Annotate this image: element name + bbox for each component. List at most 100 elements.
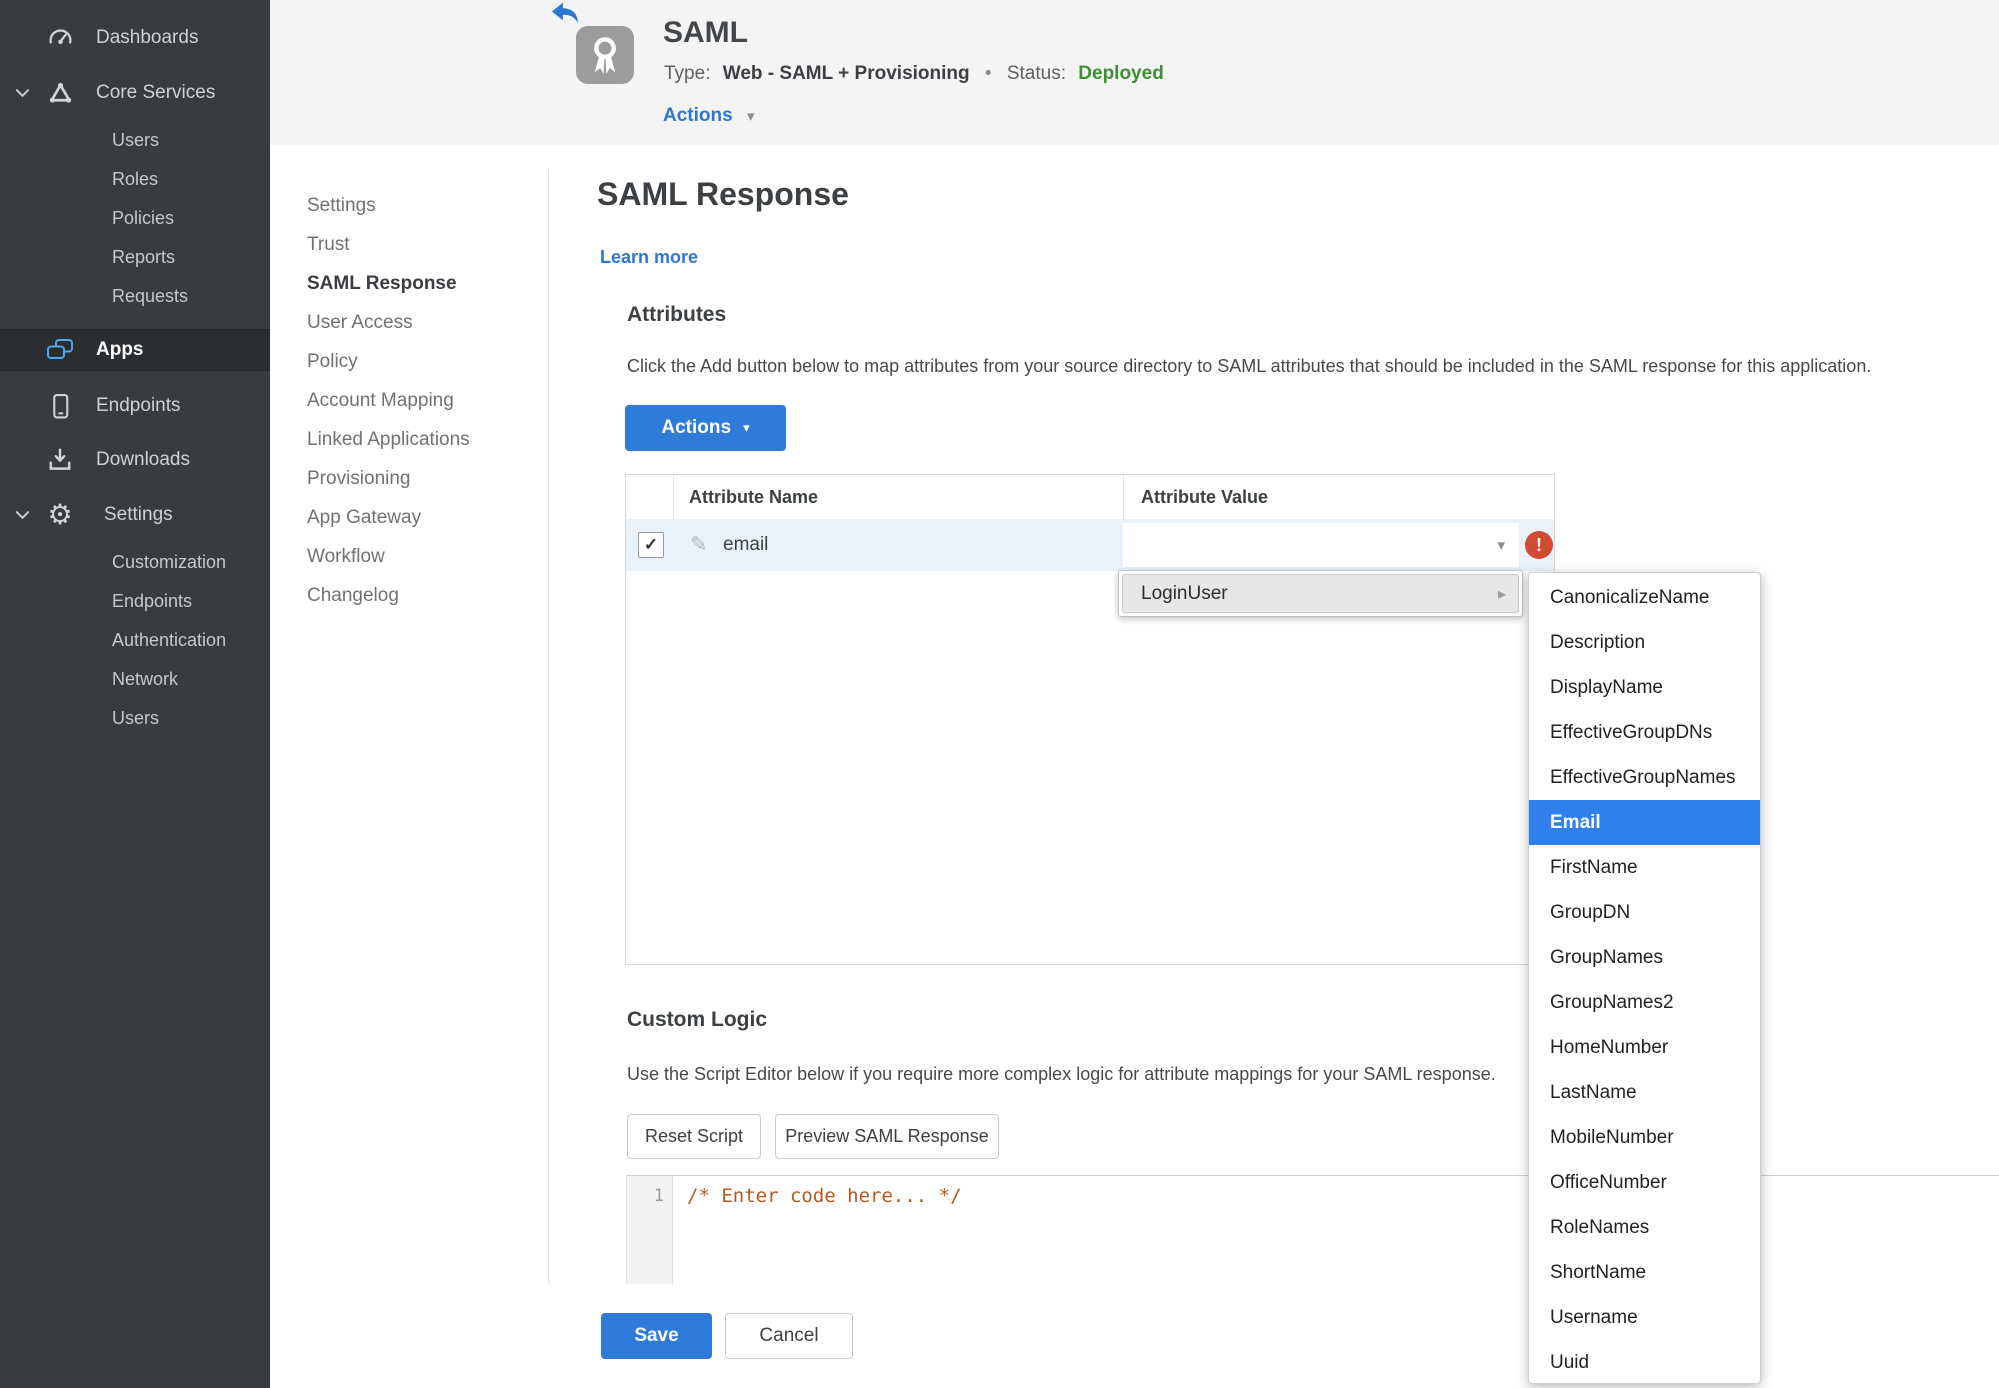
sidebar-item-settings-users[interactable]: Users (0, 699, 270, 737)
menu-option-username[interactable]: Username (1529, 1295, 1760, 1340)
menu-option-firstname[interactable]: FirstName (1529, 845, 1760, 890)
tab-trust[interactable]: Trust (307, 225, 527, 264)
sidebar-item-users[interactable]: Users (0, 121, 270, 159)
status-badge: Deployed (1078, 63, 1164, 84)
page-title: SAML Response (597, 176, 849, 212)
menu-option-email[interactable]: Email (1529, 800, 1760, 845)
app-title: SAML (663, 16, 748, 49)
attributes-heading: Attributes (627, 303, 727, 326)
error-mark: ! (1536, 534, 1542, 555)
sidebar-item-label: Apps (96, 339, 144, 360)
attributes-table-header: Attribute Name Attribute Value (626, 475, 1554, 519)
sidebar-item-reports[interactable]: Reports (0, 238, 270, 276)
menu-option-officenumber[interactable]: OfficeNumber (1529, 1160, 1760, 1205)
menu-option-shortname[interactable]: ShortName (1529, 1250, 1760, 1295)
column-separator (1123, 475, 1124, 519)
sidebar-subitem-label: Reports (112, 246, 176, 267)
menu-option-mobilenumber[interactable]: MobileNumber (1529, 1115, 1760, 1160)
tab-linked-applications[interactable]: Linked Applications (307, 420, 527, 459)
menu-option-effectivegroupdns[interactable]: EffectiveGroupDNs (1529, 710, 1760, 755)
menu-option-homenumber[interactable]: HomeNumber (1529, 1025, 1760, 1070)
tab-provisioning[interactable]: Provisioning (307, 459, 527, 498)
sidebar-item-network[interactable]: Network (0, 660, 270, 698)
dashboard-gauge-icon (44, 22, 76, 54)
menu-option-groupnames[interactable]: GroupNames (1529, 935, 1760, 980)
row-checkbox[interactable]: ✓ (638, 532, 664, 558)
attributes-actions-button[interactable]: Actions ▾ (625, 405, 786, 451)
sidebar-item-requests[interactable]: Requests (0, 277, 270, 315)
app-section-nav: Settings Trust SAML Response User Access… (307, 186, 527, 615)
sidebar-item-downloads[interactable]: Downloads (0, 438, 270, 482)
sidebar-subitem-label: Users (112, 129, 160, 150)
attributes-description: Click the Add button below to map attrib… (627, 356, 1872, 376)
sidebar-item-apps[interactable]: Apps (0, 329, 270, 371)
attribute-value-select[interactable]: ▾ (1123, 523, 1519, 567)
value-dropdown-panel: LoginUser ▸ (1118, 570, 1523, 617)
download-icon (44, 444, 76, 476)
main-sidebar: Dashboards Core Services Users Roles Pol… (0, 0, 270, 1388)
menu-option-groupnames2[interactable]: GroupNames2 (1529, 980, 1760, 1025)
header-actions-menu[interactable]: Actions ▾ (663, 105, 755, 127)
sidebar-item-core-services[interactable]: Core Services (0, 71, 270, 115)
table-row[interactable]: ✓ ✎ email ▾ ! (626, 519, 1554, 571)
tab-settings[interactable]: Settings (307, 186, 527, 225)
caret-down-icon: ▾ (1497, 536, 1505, 554)
tab-changelog[interactable]: Changelog (307, 576, 527, 615)
sidebar-item-dashboards[interactable]: Dashboards (0, 16, 270, 60)
save-button[interactable]: Save (601, 1313, 712, 1359)
script-editor: 1 /* Enter code here... */ (626, 1175, 1999, 1284)
edit-pencil-icon[interactable]: ✎ (690, 532, 708, 556)
sidebar-item-authentication[interactable]: Authentication (0, 621, 270, 659)
separator-dot: • (984, 63, 992, 84)
sidebar-subitem-label: Customization (112, 551, 227, 572)
menu-item-loginuser[interactable]: LoginUser ▸ (1122, 574, 1519, 613)
caret-down-icon: ▾ (743, 420, 750, 436)
menu-option-canonicalizename[interactable]: CanonicalizeName (1529, 575, 1760, 620)
sidebar-item-settings-endpoints[interactable]: Endpoints (0, 582, 270, 620)
value-submenu-panel: CanonicalizeName Description DisplayName… (1528, 572, 1761, 1384)
sidebar-item-policies[interactable]: Policies (0, 199, 270, 237)
code-input[interactable]: /* Enter code here... */ (687, 1185, 1995, 1279)
menu-option-uuid[interactable]: Uuid (1529, 1340, 1760, 1383)
mobile-device-icon (44, 390, 76, 422)
content-divider (548, 170, 549, 1285)
sidebar-subitem-label: Endpoints (112, 590, 193, 611)
menu-option-rolenames[interactable]: RoleNames (1529, 1205, 1760, 1250)
tab-policy[interactable]: Policy (307, 342, 527, 381)
status-label: Status: (1006, 63, 1066, 84)
menu-option-groupdn[interactable]: GroupDN (1529, 890, 1760, 935)
menu-option-lastname[interactable]: LastName (1529, 1070, 1760, 1115)
menu-option-effectivegroupnames[interactable]: EffectiveGroupNames (1529, 755, 1760, 800)
sidebar-subitem-label: Requests (112, 285, 189, 306)
caret-right-icon: ▸ (1497, 584, 1506, 603)
sidebar-subitem-label: Roles (112, 168, 159, 189)
line-number: 1 (653, 1186, 664, 1206)
editor-gutter: 1 (627, 1176, 673, 1284)
caret-down-icon: ▾ (746, 107, 755, 125)
reset-script-button[interactable]: Reset Script (627, 1114, 761, 1159)
preview-saml-response-button[interactable]: Preview SAML Response (775, 1114, 999, 1159)
tab-account-mapping[interactable]: Account Mapping (307, 381, 527, 420)
sidebar-item-customization[interactable]: Customization (0, 543, 270, 581)
back-arrow-icon[interactable] (551, 2, 579, 24)
tab-saml-response[interactable]: SAML Response (307, 264, 527, 303)
sidebar-item-endpoints[interactable]: Endpoints (0, 384, 270, 428)
custom-logic-description: Use the Script Editor below if you requi… (627, 1064, 1496, 1084)
sidebar-item-label: Dashboards (96, 27, 199, 48)
apps-icon (44, 334, 76, 366)
menu-option-description[interactable]: Description (1529, 620, 1760, 665)
sidebar-item-label: Settings (104, 504, 173, 525)
tab-user-access[interactable]: User Access (307, 303, 527, 342)
tab-app-gateway[interactable]: App Gateway (307, 498, 527, 537)
menu-option-displayname[interactable]: DisplayName (1529, 665, 1760, 710)
custom-logic-heading: Custom Logic (627, 1008, 767, 1031)
sidebar-item-label: Endpoints (96, 395, 181, 416)
sidebar-item-settings[interactable]: ⚙ Settings (0, 493, 270, 537)
learn-more-link[interactable]: Learn more (600, 247, 698, 268)
check-icon: ✓ (643, 535, 659, 554)
sidebar-item-roles[interactable]: Roles (0, 160, 270, 198)
cancel-button[interactable]: Cancel (725, 1313, 853, 1359)
sidebar-item-label: Core Services (96, 82, 216, 103)
tab-workflow[interactable]: Workflow (307, 537, 527, 576)
menu-item-label: LoginUser (1141, 583, 1228, 604)
